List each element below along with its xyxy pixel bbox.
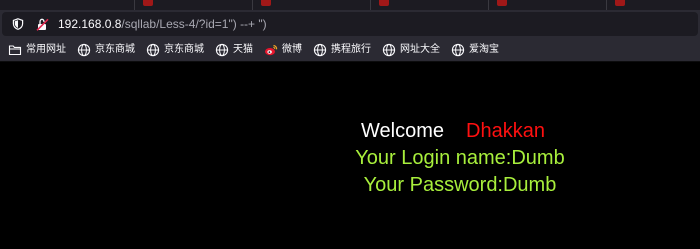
globe-icon (313, 43, 327, 56)
tab-strip (0, 0, 700, 10)
page-content: Welcome Dhakkan Your Login name:Dumb Your… (0, 62, 700, 249)
welcome-username: Dhakkan (466, 120, 545, 142)
tab-favicon-icon (379, 0, 389, 6)
bookmark-label: 爱淘宝 (469, 43, 499, 55)
bookmark-ai-taobao[interactable]: 爱淘宝 (451, 40, 499, 60)
globe-icon (146, 43, 160, 56)
tab-favicon-icon (497, 0, 507, 6)
url-text[interactable]: 192.168.0.8/sqllab/Less-4/?id=1") --+ ") (58, 17, 267, 31)
url-host: 192.168.0.8 (58, 17, 122, 31)
globe-icon (451, 43, 465, 56)
bookmark-label: 携程旅行 (331, 43, 371, 55)
bookmark-label: 京东商城 (164, 43, 204, 55)
tab-favicon-icon (143, 0, 153, 6)
browser-tab[interactable] (0, 0, 135, 10)
browser-tab[interactable] (489, 0, 607, 10)
bookmark-folder-common-sites[interactable]: 常用网址 (8, 40, 66, 60)
bookmark-site-directory[interactable]: 网址大全 (382, 40, 440, 60)
navigation-toolbar: 192.168.0.8/sqllab/Less-4/?id=1") --+ ") (0, 10, 700, 38)
globe-icon (77, 43, 91, 56)
url-path: /sqllab/Less-4/?id=1") --+ ") (121, 17, 267, 31)
browser-tab[interactable] (607, 0, 700, 10)
folder-icon (8, 44, 22, 55)
globe-icon (382, 43, 396, 56)
password-result: Your Password:Dumb (363, 174, 557, 196)
bookmark-ctrip[interactable]: 携程旅行 (313, 40, 371, 60)
bookmark-jd-2[interactable]: 京东商城 (146, 40, 204, 60)
bookmark-label: 常用网址 (26, 43, 66, 55)
tracking-protection-shield-icon[interactable] (12, 18, 24, 30)
browser-tab[interactable] (253, 0, 371, 10)
bookmark-tmall[interactable]: 天猫 (215, 40, 253, 60)
bookmarks-toolbar: 常用网址 京东商城 京东商城 天猫 微博 携程旅行 网址大全 爱淘宝 (0, 38, 700, 62)
welcome-line: Welcome Dhakkan (361, 119, 545, 143)
address-bar[interactable]: 192.168.0.8/sqllab/Less-4/?id=1") --+ ") (2, 12, 698, 36)
tab-favicon-icon (615, 0, 625, 6)
bookmark-label: 京东商城 (95, 43, 135, 55)
bookmark-weibo[interactable]: 微博 (264, 40, 302, 60)
weibo-icon (265, 44, 278, 55)
browser-tab[interactable] (371, 0, 489, 10)
tab-favicon-icon (261, 0, 271, 6)
bookmark-jd-1[interactable]: 京东商城 (77, 40, 135, 60)
browser-tab[interactable] (135, 0, 253, 10)
welcome-text: Welcome (361, 120, 444, 142)
bookmark-label: 微博 (282, 43, 302, 55)
bookmark-label: 网址大全 (400, 43, 440, 55)
insecure-connection-icon[interactable] (36, 18, 49, 31)
bookmark-label: 天猫 (233, 43, 253, 55)
login-name-result: Your Login name:Dumb (355, 147, 565, 169)
globe-icon (215, 43, 229, 56)
